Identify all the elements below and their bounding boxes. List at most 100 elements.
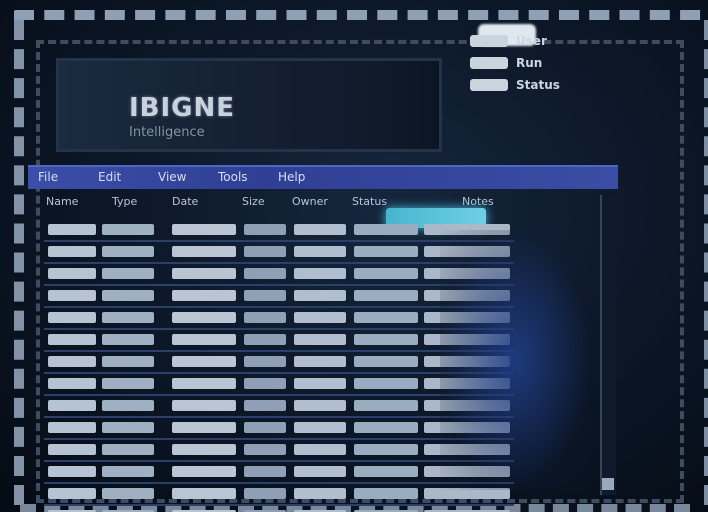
cell: [102, 378, 154, 389]
cell: [48, 378, 96, 389]
col-owner[interactable]: Owner: [292, 195, 328, 208]
logo-subtitle: Intelligence: [129, 125, 205, 140]
cell: [354, 466, 418, 477]
info-row: User: [470, 30, 620, 52]
cell: [102, 246, 154, 257]
cell: [354, 312, 418, 323]
cell: [48, 444, 96, 455]
bezel-right: [692, 20, 708, 505]
cell: [48, 466, 96, 477]
cell: [354, 422, 418, 433]
cell: [172, 466, 236, 477]
cell: [294, 422, 346, 433]
cell: [102, 290, 154, 301]
cell: [172, 224, 236, 235]
info-panel: User Run Status: [470, 30, 620, 96]
col-type[interactable]: Type: [112, 195, 137, 208]
cell: [354, 378, 418, 389]
menu-file[interactable]: File: [38, 170, 58, 184]
cell: [102, 400, 154, 411]
cell: [354, 246, 418, 257]
cell: [48, 488, 96, 499]
info-row: Run: [470, 52, 620, 74]
cell: [172, 290, 236, 301]
cell: [244, 290, 286, 301]
cell: [102, 312, 154, 323]
cell: [294, 378, 346, 389]
scrollbar[interactable]: [600, 195, 616, 495]
cell: [244, 334, 286, 345]
cell: [48, 334, 96, 345]
col-notes[interactable]: Notes: [462, 195, 494, 208]
cell: [48, 400, 96, 411]
cell: [354, 488, 418, 499]
cell: [102, 224, 154, 235]
cell: [294, 290, 346, 301]
cell: [48, 290, 96, 301]
screen: IBIGNE Intelligence User Run Status File…: [0, 0, 708, 512]
cell: [354, 290, 418, 301]
cell: [244, 378, 286, 389]
cell: [244, 246, 286, 257]
menu-view[interactable]: View: [158, 170, 186, 184]
cell: [294, 444, 346, 455]
cell: [172, 246, 236, 257]
cell: [102, 466, 154, 477]
screen-glow: [440, 230, 590, 490]
cell: [102, 444, 154, 455]
cell: [48, 268, 96, 279]
cell: [354, 334, 418, 345]
menu-bar: File Edit View Tools Help: [28, 165, 618, 189]
info-row: Status: [470, 74, 620, 96]
cell: [244, 356, 286, 367]
scroll-thumb[interactable]: [602, 478, 614, 490]
cell: [294, 334, 346, 345]
menu-tools[interactable]: Tools: [218, 170, 248, 184]
col-date[interactable]: Date: [172, 195, 198, 208]
cell: [354, 356, 418, 367]
cell: [354, 444, 418, 455]
cell: [244, 268, 286, 279]
cell: [172, 444, 236, 455]
col-status[interactable]: Status: [352, 195, 387, 208]
cell: [172, 378, 236, 389]
cell: [172, 356, 236, 367]
cell: [294, 488, 346, 499]
cell: [102, 268, 154, 279]
cell: [48, 312, 96, 323]
logo-title: IBIGNE: [129, 93, 236, 123]
cell: [294, 224, 346, 235]
cell: [354, 268, 418, 279]
cell: [294, 400, 346, 411]
cell: [48, 422, 96, 433]
cell: [48, 246, 96, 257]
cell: [102, 488, 154, 499]
cell: [354, 400, 418, 411]
cell: [172, 334, 236, 345]
cell: [172, 312, 236, 323]
cell: [294, 356, 346, 367]
cell: [244, 444, 286, 455]
cell: [172, 268, 236, 279]
cell: [294, 312, 346, 323]
logo-panel: IBIGNE Intelligence: [56, 58, 442, 152]
cell: [102, 356, 154, 367]
cell: [294, 268, 346, 279]
cell: [294, 246, 346, 257]
table-row[interactable]: [44, 506, 514, 512]
cell: [244, 422, 286, 433]
cell: [354, 224, 418, 235]
cell: [172, 488, 236, 499]
cell: [48, 356, 96, 367]
cell: [244, 312, 286, 323]
cell: [244, 224, 286, 235]
cell: [48, 224, 96, 235]
cell: [294, 466, 346, 477]
cell: [244, 466, 286, 477]
col-size[interactable]: Size: [242, 195, 265, 208]
col-name[interactable]: Name: [46, 195, 78, 208]
table-header: Name Type Date Size Owner Status Notes: [42, 193, 598, 211]
menu-help[interactable]: Help: [278, 170, 305, 184]
cell: [172, 400, 236, 411]
menu-edit[interactable]: Edit: [98, 170, 121, 184]
